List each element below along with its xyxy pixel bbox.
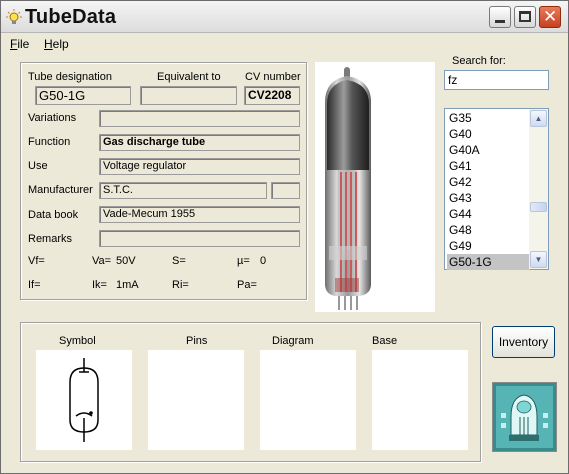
base-label: Base	[372, 335, 398, 347]
inventory-button[interactable]: Inventory	[492, 326, 555, 358]
title-bar[interactable]: TubeData ✕	[1, 1, 568, 33]
tube-list-item[interactable]: G44	[447, 206, 530, 222]
menu-help-label: elp	[52, 37, 69, 51]
tube-list-item[interactable]: G42	[447, 174, 530, 190]
mu-value: 0	[260, 255, 267, 267]
va-label: Va=	[92, 255, 112, 267]
diagram-label: Diagram	[272, 335, 314, 347]
tube-list-scrollbar[interactable]: ▲ ▼	[529, 109, 548, 269]
function-field[interactable]: Gas discharge tube	[99, 134, 300, 151]
tube-designation-label: Tube designation	[28, 71, 112, 83]
cv-number-field[interactable]: CV2208	[244, 86, 300, 105]
use-label: Use	[28, 160, 48, 172]
tube-list-item[interactable]: G41	[447, 158, 530, 174]
tubedata-logo	[492, 382, 557, 452]
logo-graphic	[493, 383, 556, 451]
tube-list-item[interactable]: G40	[447, 126, 530, 142]
equivalent-to-label: Equivalent to	[157, 71, 221, 83]
tube-list-item[interactable]: G49	[447, 238, 530, 254]
tube-list-item[interactable]: G50-1G	[447, 254, 530, 270]
maximize-icon	[519, 11, 531, 22]
scroll-thumb[interactable]	[530, 202, 547, 212]
s-label: S=	[172, 255, 186, 267]
ri-label: Ri=	[172, 279, 189, 291]
tube-designation-field[interactable]: G50-1G	[35, 86, 131, 105]
symbol-label: Symbol	[59, 335, 96, 347]
cv-number-label: CV number	[245, 71, 301, 83]
close-icon: ✕	[543, 7, 558, 26]
scroll-down-icon[interactable]: ▼	[530, 251, 547, 268]
symbol-box	[36, 350, 132, 450]
manufacturer-field[interactable]: S.T.C.	[99, 182, 267, 199]
maximize-button[interactable]	[514, 6, 536, 28]
mu-label: µ=	[237, 255, 250, 267]
menu-help-accel: H	[44, 37, 53, 51]
tubedata-window: TubeData ✕ File Help Tube designation Eq…	[0, 0, 569, 474]
minimize-button[interactable]	[489, 6, 511, 28]
manufacturer-extra-field[interactable]	[271, 182, 300, 199]
close-button[interactable]: ✕	[539, 6, 561, 28]
manufacturer-label: Manufacturer	[28, 184, 93, 196]
search-label: Search for:	[452, 55, 506, 67]
ik-label: Ik=	[92, 279, 107, 291]
diagram-box	[260, 350, 356, 450]
search-input[interactable]	[444, 70, 549, 90]
vf-label: Vf=	[28, 255, 45, 267]
menu-bar: File Help	[1, 34, 568, 53]
variations-field[interactable]	[99, 110, 300, 127]
lightbulb-icon	[6, 9, 22, 24]
data-book-field[interactable]: Vade-Mecum 1955	[99, 206, 300, 223]
use-field[interactable]: Voltage regulator	[99, 158, 300, 175]
menu-help[interactable]: Help	[44, 37, 69, 51]
pins-box	[148, 350, 244, 450]
if-label: If=	[28, 279, 41, 291]
tube-list-item[interactable]: G35	[447, 110, 530, 126]
menu-file-label: ile	[17, 37, 30, 51]
tube-photo	[315, 62, 435, 312]
base-box	[372, 350, 468, 450]
data-book-label: Data book	[28, 209, 79, 221]
variations-label: Variations	[28, 112, 77, 124]
tube-list[interactable]: G35 G40 G40A G41 G42 G43 G44 G48 G49 G50-1G ▲ ▼	[444, 108, 549, 270]
tube-symbol-icon	[69, 358, 99, 442]
tube-photo-graphic	[325, 67, 371, 310]
pins-label: Pins	[186, 335, 208, 347]
pa-label: Pa=	[237, 279, 257, 291]
tube-list-item[interactable]: G40A	[447, 142, 530, 158]
tube-list-item[interactable]: G48	[447, 222, 530, 238]
window-title: TubeData	[25, 6, 117, 28]
tube-list-item[interactable]: G43	[447, 190, 530, 206]
menu-file[interactable]: File	[10, 37, 29, 51]
remarks-field[interactable]	[99, 230, 300, 247]
ik-value: 1mA	[116, 279, 139, 291]
function-label: Function	[28, 136, 71, 148]
remarks-label: Remarks	[28, 233, 73, 245]
equivalent-to-field[interactable]	[140, 86, 237, 105]
minimize-icon	[495, 20, 505, 23]
scroll-up-icon[interactable]: ▲	[530, 110, 547, 127]
va-value: 50V	[116, 255, 136, 267]
